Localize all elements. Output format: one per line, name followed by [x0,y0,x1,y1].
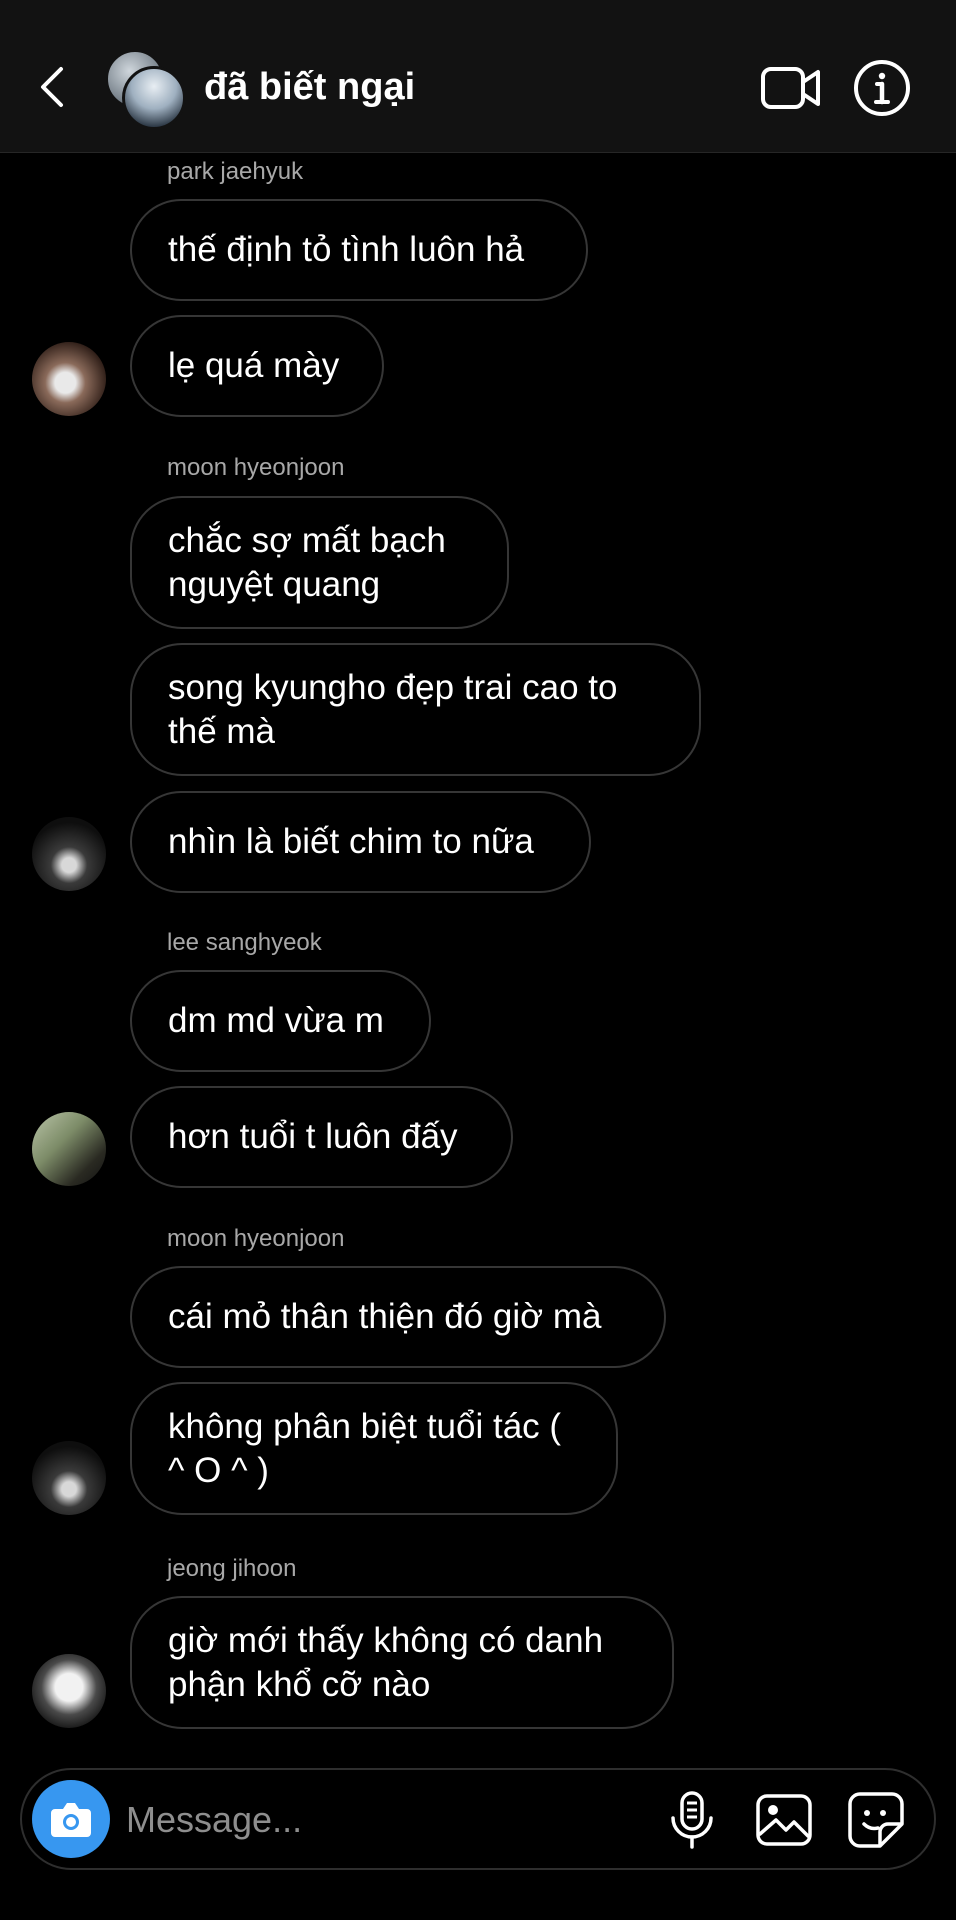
video-camera-icon [761,67,820,109]
message-bubble[interactable]: giờ mới thấy không có danh phận khổ cỡ n… [130,1596,674,1729]
gallery-icon [756,1794,812,1846]
sticker-button[interactable] [846,1790,906,1850]
message-bubble[interactable]: nhìn là biết chim to nữa [130,791,591,893]
chat-title[interactable]: đã biết ngại [204,64,415,110]
video-call-button[interactable] [760,60,822,116]
chevron-left-icon [41,67,63,107]
message-composer [20,1768,936,1870]
message-bubble[interactable]: thế định tỏ tình luôn hả [130,199,588,301]
info-icon [854,60,910,116]
group-avatar-photo-2 [122,66,186,130]
voice-message-button[interactable] [664,1790,720,1850]
avatar[interactable] [32,1112,106,1186]
message-input[interactable] [124,1786,648,1854]
back-button[interactable] [30,52,74,122]
avatar[interactable] [32,1654,106,1728]
avatar[interactable] [32,817,106,891]
message-bubble[interactable]: song kyungho đẹp trai cao to thế mà [130,643,701,776]
group-avatar[interactable] [106,50,186,130]
camera-button[interactable] [32,1780,110,1858]
sender-name: moon hyeonjoon [167,1225,345,1252]
sender-name: lee sanghyeok [167,929,322,956]
message-bubble[interactable]: lẹ quá mày [130,315,384,417]
gallery-button[interactable] [754,1790,814,1850]
sender-name: park jaehyuk [167,158,304,185]
avatar[interactable] [32,1441,106,1515]
camera-icon [51,1803,91,1837]
message-bubble[interactable]: hơn tuổi t luôn đấy [130,1086,513,1188]
info-button[interactable] [852,58,912,118]
message-bubble[interactable]: dm md vừa m [130,970,431,1072]
message-bubble[interactable]: chắc sợ mất bạch nguyệt quang [130,496,509,629]
sender-name: moon hyeonjoon [167,454,345,481]
avatar[interactable] [32,342,106,416]
message-bubble[interactable]: không phân biệt tuổi tác ( ^ O ^ ) [130,1382,618,1515]
chat-header: đã biết ngại [0,0,956,153]
message-bubble[interactable]: cái mỏ thân thiện đó giờ mà [130,1266,666,1368]
sender-name: jeong jihoon [167,1555,297,1582]
microphone-icon [671,1791,713,1849]
sticker-icon [848,1792,904,1848]
